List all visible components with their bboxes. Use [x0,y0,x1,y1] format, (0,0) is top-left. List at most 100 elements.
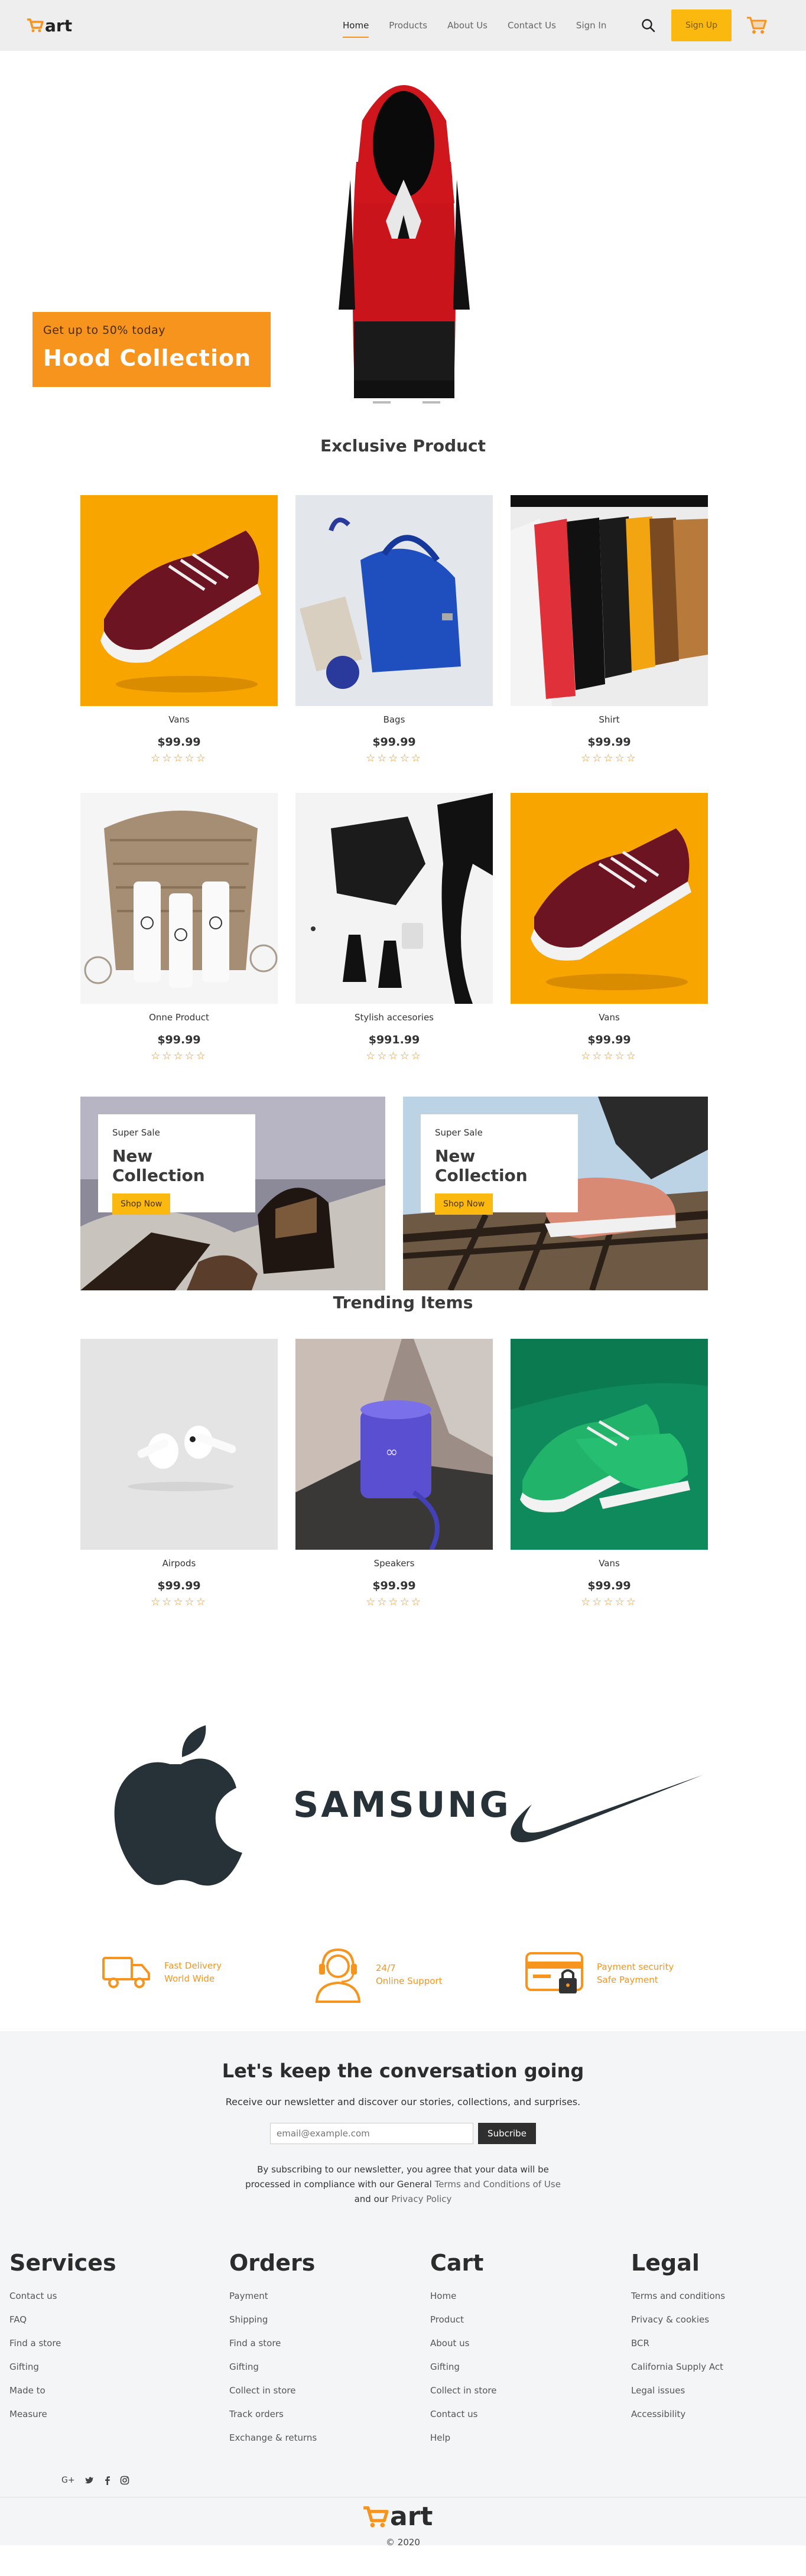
footer-link[interactable]: Privacy & cookies [631,2308,725,2331]
nav-contact[interactable]: Contact Us [508,17,556,34]
product-image-speakers[interactable]: ∞ [295,1339,493,1550]
product-name[interactable]: Vans [511,1012,708,1023]
product-card[interactable]: Shirt $99.99 ☆☆☆☆☆ [511,495,708,765]
cart-logo-icon [363,2506,389,2528]
product-image-vans-green[interactable] [511,1339,708,1550]
footer-col-title: Services [9,2250,116,2276]
footer-link[interactable]: Find a store [229,2331,317,2355]
shop-now-button[interactable]: Shop Now [435,1193,493,1215]
footer-link[interactable]: Terms and conditions [631,2284,725,2308]
feature-line2: Safe Payment [597,1975,658,1985]
product-image-accessories[interactable] [295,793,493,1004]
product-price: $99.99 [587,1579,631,1592]
footer-link[interactable]: Gifting [229,2355,317,2379]
instagram-icon[interactable] [120,2476,129,2485]
footer-link[interactable]: Payment [229,2284,317,2308]
nav-about[interactable]: About Us [447,17,488,34]
footer-link[interactable]: Help [430,2426,497,2450]
newsletter-form: Subcribe [270,2123,536,2144]
product-image-vans[interactable] [511,793,708,1004]
exclusive-title: Exclusive Product [320,436,486,456]
footer-link[interactable]: California Supply Act [631,2355,725,2379]
footer-link[interactable]: BCR [631,2331,725,2355]
terms-link[interactable]: Terms and Conditions of Use [435,2179,561,2190]
footer-link[interactable]: Accessibility [631,2402,725,2426]
product-name[interactable]: Vans [511,1558,708,1569]
footer-link[interactable]: Track orders [229,2402,317,2426]
legal-line: processed in compliance with our General… [0,2177,806,2192]
feature-support: 24/7 Online Support [313,1946,442,2003]
footer-link[interactable]: Measure [9,2402,116,2426]
hero-promo-badge: Get up to 50% today Hood Collection [32,312,271,387]
footer-link[interactable]: FAQ [9,2308,116,2331]
google-plus-icon[interactable]: G+ [61,2476,75,2485]
footer-col-title: Cart [430,2250,484,2276]
product-name[interactable]: Stylish accesories [295,1012,493,1023]
product-name[interactable]: Shirt [511,714,708,725]
footer-link[interactable]: Gifting [9,2355,116,2379]
search-icon[interactable] [641,18,656,33]
feature-line2: Online Support [376,1976,443,1986]
footer-link[interactable]: Legal issues [631,2379,725,2402]
product-card[interactable]: Airpods $99.99 ☆☆☆☆☆ [80,1339,278,1608]
twitter-icon[interactable] [84,2476,94,2485]
exclusive-section: Exclusive Product Vans $99.99 ☆☆☆☆☆ Bags… [0,436,806,1062]
email-input[interactable] [270,2123,473,2144]
product-image-vans[interactable] [80,495,278,706]
footer-col-orders: Orders Payment Shipping Find a store Gif… [229,2250,317,2450]
footer-link[interactable]: Contact us [430,2402,497,2426]
footer-link[interactable]: Collect in store [229,2379,317,2402]
product-card[interactable]: Stylish accesories $991.99 ☆☆☆☆☆ [295,793,493,1062]
product-name[interactable]: Speakers [295,1558,493,1569]
carousel-dot[interactable] [422,401,440,404]
footer-link[interactable]: Made to [9,2379,116,2402]
footer-link[interactable]: Home [430,2284,497,2308]
product-card[interactable]: Vans $99.99 ☆☆☆☆☆ [511,793,708,1062]
product-card[interactable]: Bags $99.99 ☆☆☆☆☆ [295,495,493,765]
footer-link[interactable]: Product [430,2308,497,2331]
product-image-shirt[interactable] [511,495,708,706]
nav-signin[interactable]: Sign In [576,17,606,34]
sale-banner[interactable]: Super Sale New Collection Shop Now [80,1097,385,1290]
product-name[interactable]: Onne Product [80,1012,278,1023]
product-card[interactable]: Onne Product $99.99 ☆☆☆☆☆ [80,793,278,1062]
cart-icon[interactable] [746,15,767,35]
site-logo[interactable]: art [26,16,72,35]
product-card[interactable]: Vans $99.99 ☆☆☆☆☆ [80,495,278,765]
product-name[interactable]: Airpods [80,1558,278,1569]
product-image-onne[interactable] [80,793,278,1004]
facebook-icon[interactable] [103,2476,110,2485]
footer-link[interactable]: Shipping [229,2308,317,2331]
subscribe-button[interactable]: Subcribe [478,2123,536,2144]
footer-link[interactable]: About us [430,2331,497,2355]
product-image-airpods[interactable] [80,1339,278,1550]
footer-col-services: Services Contact us FAQ Find a store Gif… [9,2250,116,2426]
footer-link[interactable]: Collect in store [430,2379,497,2402]
carousel-dot-active[interactable] [398,401,415,404]
trending-section: Trending Items Airpods $99.99 ☆☆☆☆☆ ∞ Sp… [0,1293,806,1704]
footer-logo[interactable]: art [362,2502,433,2532]
sale-banner[interactable]: Super Sale New Collection Shop Now [403,1097,708,1290]
signup-button[interactable]: Sign Up [671,9,732,41]
product-card[interactable]: ∞ Speakers $99.99 ☆☆☆☆☆ [295,1339,493,1608]
carousel-dot[interactable] [373,401,391,404]
nike-logo[interactable] [508,1774,707,1850]
shop-now-button[interactable]: Shop Now [112,1193,171,1215]
footer-link[interactable]: Contact us [9,2284,116,2308]
product-image-bags[interactable] [295,495,493,706]
footer-link[interactable]: Gifting [430,2355,497,2379]
apple-logo[interactable] [111,1723,247,1888]
logo-text: art [390,2502,433,2532]
product-name[interactable]: Bags [295,714,493,725]
product-name[interactable]: Vans [80,714,278,725]
privacy-link[interactable]: Privacy Policy [391,2194,451,2204]
nav-products[interactable]: Products [389,17,427,34]
samsung-logo[interactable]: SAMSUNG [293,1784,509,1826]
newsletter-text: Receive our newsletter and discover our … [225,2096,581,2107]
footer-link[interactable]: Find a store [9,2331,116,2355]
hero-section: Get up to 50% today Hood Collection [0,51,806,443]
product-card[interactable]: Vans $99.99 ☆☆☆☆☆ [511,1339,708,1608]
navbar: art Home Products About Us Contact Us Si… [0,0,806,51]
nav-home[interactable]: Home [343,17,369,38]
footer-link[interactable]: Exchange & returns [229,2426,317,2450]
